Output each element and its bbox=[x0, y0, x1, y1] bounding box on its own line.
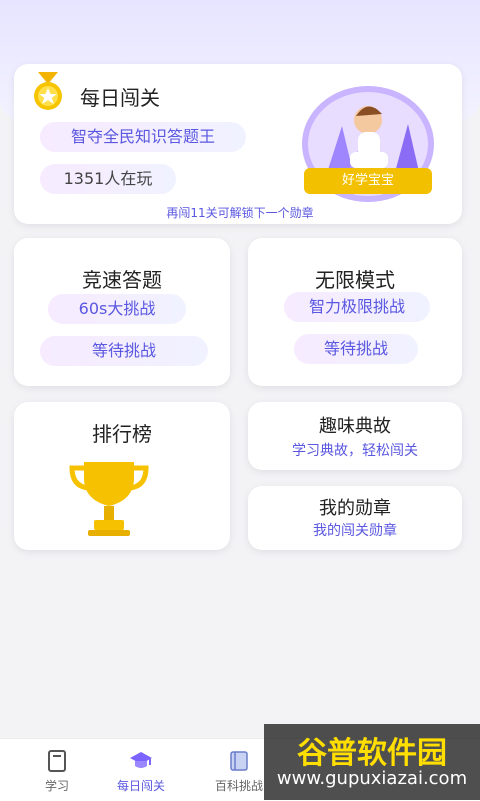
fun-stories-subtitle: 学习典故，轻松闯关 bbox=[292, 443, 418, 459]
watermark-url: www.gupuxiazai.com bbox=[276, 768, 468, 789]
trophy-icon bbox=[69, 462, 149, 536]
fun-stories-card[interactable]: 趣味典故 学习典故，轻松闯关 bbox=[248, 402, 462, 470]
infinite-mode-pill: 智力极限挑战 bbox=[284, 292, 430, 322]
my-medals-card[interactable]: 我的勋章 我的闯关勋章 bbox=[248, 486, 462, 550]
graduation-cap-icon bbox=[130, 752, 152, 768]
speed-quiz-status[interactable]: 等待挑战 bbox=[40, 336, 208, 366]
site-watermark: 谷普软件园 www.gupuxiazai.com bbox=[264, 724, 480, 800]
daily-challenge-title: 每日闯关 bbox=[80, 86, 160, 110]
my-medals-title: 我的勋章 bbox=[319, 498, 391, 519]
my-medals-subtitle: 我的闯关勋章 bbox=[313, 523, 397, 539]
avatar-caption: 好学宝宝 bbox=[304, 168, 432, 194]
notebook-icon bbox=[48, 750, 66, 772]
fun-stories-title: 趣味典故 bbox=[319, 416, 391, 437]
players-count: 1351人在玩 bbox=[40, 164, 176, 194]
infinite-mode-title: 无限模式 bbox=[315, 268, 395, 292]
speed-quiz-pill: 60s大挑战 bbox=[48, 294, 186, 324]
tab-study[interactable]: 学习 bbox=[12, 739, 102, 801]
infinite-mode-status[interactable]: 等待挑战 bbox=[294, 334, 418, 364]
tab-daily-challenge[interactable]: 每日闯关 bbox=[96, 739, 186, 801]
daily-challenge-subtitle: 智夺全民知识答题王 bbox=[40, 122, 246, 152]
medal-icon bbox=[34, 72, 62, 110]
ranking-title: 排行榜 bbox=[92, 422, 152, 446]
tab-study-label: 学习 bbox=[44, 779, 69, 793]
watermark-title: 谷普软件园 bbox=[297, 736, 447, 771]
book-icon bbox=[230, 751, 248, 771]
speed-quiz-title: 竞速答题 bbox=[82, 268, 162, 292]
tab-daily-challenge-label: 每日闯关 bbox=[116, 779, 165, 793]
unlock-hint: 再闯11关可解锁下一个勋章 bbox=[166, 206, 314, 220]
